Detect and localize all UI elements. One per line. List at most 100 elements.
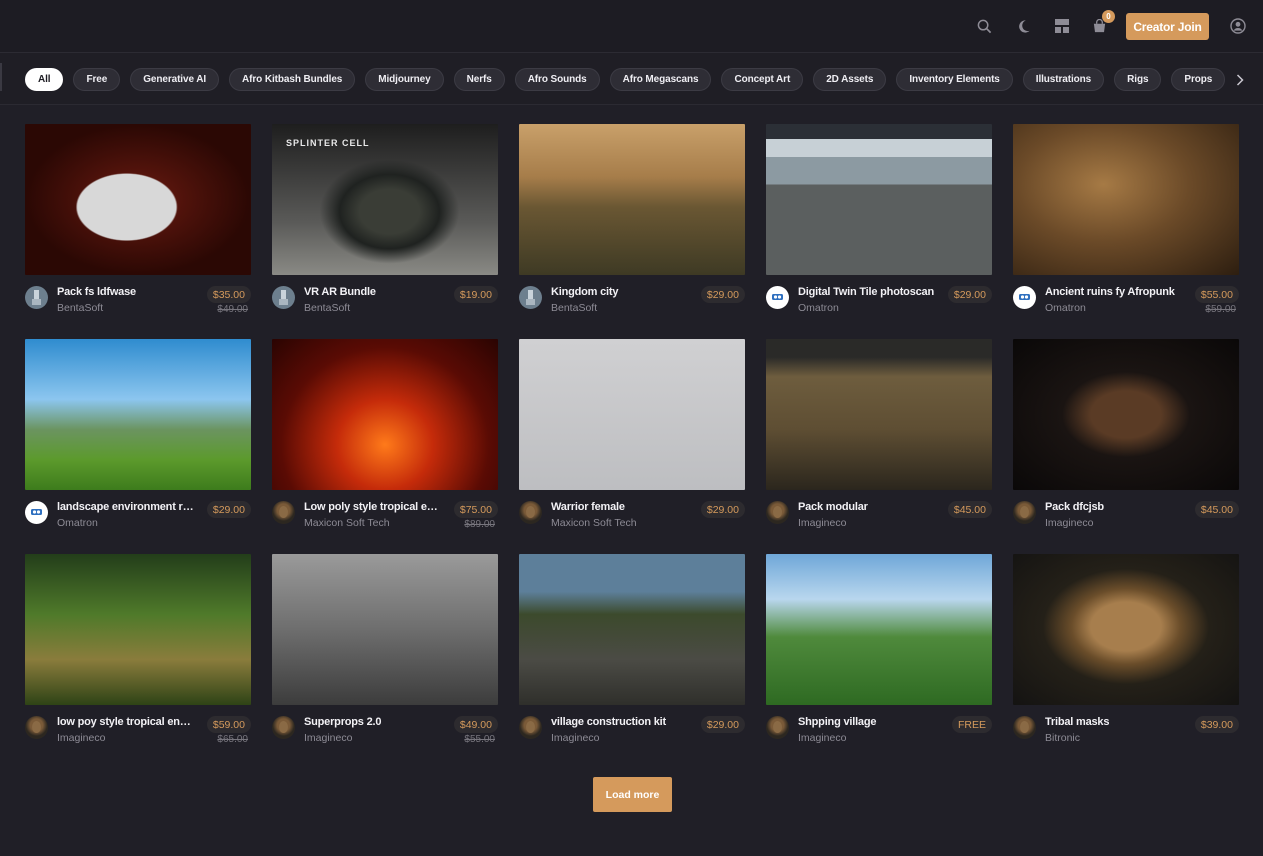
cart-icon[interactable]: 0	[1089, 10, 1115, 36]
product-thumbnail[interactable]	[766, 339, 992, 490]
creator-join-button[interactable]: Creator Join	[1126, 13, 1209, 40]
category-chip[interactable]: Nerfs	[453, 68, 505, 91]
product-title[interactable]: Pack dfcjsb	[1045, 501, 1183, 513]
product-card[interactable]: landscape environment rift valley Omatron…	[25, 339, 251, 554]
product-author[interactable]: Omatron	[57, 517, 98, 529]
product-card[interactable]: Warrior female Maxicon Soft Tech $29.00	[519, 339, 745, 554]
product-thumbnail[interactable]	[766, 124, 992, 275]
product-author[interactable]: Imagineco	[551, 732, 599, 744]
product-author[interactable]: Imagineco	[798, 517, 846, 529]
product-title[interactable]: VR AR Bundle	[304, 286, 442, 298]
author-avatar[interactable]	[25, 286, 48, 309]
product-card[interactable]: Pack dfcjsb Imagineco $45.00	[1013, 339, 1239, 554]
product-card[interactable]: Pack modular Imagineco $45.00	[766, 339, 992, 554]
author-avatar[interactable]	[25, 716, 48, 739]
category-chip[interactable]: Rigs	[1114, 68, 1162, 91]
product-title[interactable]: Shpping village	[798, 716, 936, 728]
author-avatar[interactable]	[272, 286, 295, 309]
product-card[interactable]: Superprops 2.0 Imagineco $49.00 $55.00	[272, 554, 498, 769]
product-author[interactable]: Bitronic	[1045, 732, 1080, 744]
product-thumbnail[interactable]	[25, 339, 251, 490]
product-card[interactable]: Low poly style tropical environment Maxic…	[272, 339, 498, 554]
product-thumbnail[interactable]	[766, 554, 992, 705]
category-chip[interactable]: All	[25, 68, 64, 91]
category-chip[interactable]: Afro Sounds	[514, 68, 600, 91]
product-title[interactable]: Pack fs ldfwase	[57, 286, 195, 298]
product-card[interactable]: Kingdom city BentaSoft $29.00	[519, 124, 745, 339]
author-avatar[interactable]	[272, 716, 295, 739]
product-author[interactable]: Imagineco	[798, 732, 846, 744]
author-avatar[interactable]	[519, 501, 542, 524]
product-author[interactable]: Maxicon Soft Tech	[304, 517, 390, 529]
product-title[interactable]: landscape environment rift valley	[57, 501, 195, 513]
product-title[interactable]: Warrior female	[551, 501, 689, 513]
product-card[interactable]: Tribal masks Bitronic $39.00	[1013, 554, 1239, 769]
category-chip[interactable]: 2D Assets	[813, 68, 887, 91]
product-card[interactable]: Ancient ruins fy Afropunk Omatron $55.00 $5…	[1013, 124, 1239, 339]
load-more-button[interactable]: Load more	[593, 777, 672, 812]
category-chip[interactable]: Concept Art	[721, 68, 804, 91]
product-title[interactable]: Pack modular	[798, 501, 936, 513]
product-title[interactable]: Kingdom city	[551, 286, 689, 298]
product-author[interactable]: Omatron	[798, 302, 839, 314]
product-title[interactable]: Ancient ruins fy Afropunk	[1045, 286, 1183, 298]
product-title[interactable]: low poy style tropical environment	[57, 716, 195, 728]
product-card[interactable]: Digital Twin Tile photoscan Omatron $29.00	[766, 124, 992, 339]
product-author[interactable]: Imagineco	[304, 732, 352, 744]
author-avatar[interactable]	[1013, 716, 1036, 739]
author-avatar[interactable]	[1013, 286, 1036, 309]
search-icon[interactable]	[974, 16, 994, 36]
product-card[interactable]: Shpping village Imagineco FREE	[766, 554, 992, 769]
product-thumbnail[interactable]	[519, 554, 745, 705]
user-icon[interactable]	[1228, 16, 1248, 36]
product-title[interactable]: Digital Twin Tile photoscan	[798, 286, 936, 298]
author-avatar[interactable]	[25, 501, 48, 524]
chevron-right-icon[interactable]	[1232, 68, 1248, 91]
product-thumbnail[interactable]	[25, 124, 251, 275]
product-thumbnail[interactable]	[272, 339, 498, 490]
product-thumbnail[interactable]	[1013, 554, 1239, 705]
price-badge: $49.00	[453, 716, 498, 733]
category-chip[interactable]: Props	[1171, 68, 1226, 91]
product-title[interactable]: village construction kit	[551, 716, 689, 728]
product-thumbnail[interactable]	[25, 554, 251, 705]
category-chip[interactable]: Midjourney	[365, 68, 444, 91]
category-chip[interactable]: Afro Megascans	[609, 68, 712, 91]
category-chip[interactable]: Afro Kitbash Bundles	[229, 68, 356, 91]
product-card[interactable]: village construction kit Imagineco $29.00	[519, 554, 745, 769]
product-thumbnail[interactable]	[519, 124, 745, 275]
product-author[interactable]: Imagineco	[1045, 517, 1093, 529]
product-author[interactable]: Omatron	[1045, 302, 1086, 314]
product-card[interactable]: Pack fs ldfwase BentaSoft $35.00 $49.00	[25, 124, 251, 339]
product-author[interactable]: BentaSoft	[551, 302, 597, 314]
category-chip[interactable]: Free	[73, 68, 121, 91]
product-author[interactable]: BentaSoft	[57, 302, 103, 314]
product-thumbnail[interactable]	[272, 554, 498, 705]
author-avatar[interactable]	[766, 501, 789, 524]
product-card[interactable]: SPLINTER CELL VR AR Bundle BentaSoft $19.00	[272, 124, 498, 339]
product-author[interactable]: Imagineco	[57, 732, 105, 744]
author-avatar[interactable]	[766, 716, 789, 739]
product-thumbnail[interactable]	[519, 339, 745, 490]
author-avatar[interactable]	[519, 286, 542, 309]
product-title[interactable]: Low poly style tropical environment	[304, 501, 442, 513]
product-meta: Warrior female Maxicon Soft Tech $29.00	[519, 500, 745, 560]
author-avatar[interactable]	[766, 286, 789, 309]
product-author[interactable]: BentaSoft	[304, 302, 350, 314]
category-chip[interactable]: Inventory Elements	[896, 68, 1013, 91]
category-chip[interactable]: Generative AI	[130, 68, 220, 91]
product-meta: Pack fs ldfwase BentaSoft $35.00 $49.00	[25, 285, 251, 345]
product-thumbnail[interactable]	[1013, 124, 1239, 275]
category-chip[interactable]: Illustrations	[1022, 68, 1105, 91]
product-title[interactable]: Tribal masks	[1045, 716, 1183, 728]
product-title[interactable]: Superprops 2.0	[304, 716, 442, 728]
moon-icon[interactable]	[1013, 16, 1033, 36]
product-thumbnail[interactable]: SPLINTER CELL	[272, 124, 498, 275]
product-card[interactable]: low poy style tropical environment Imagin…	[25, 554, 251, 769]
author-avatar[interactable]	[519, 716, 542, 739]
layout-icon[interactable]	[1052, 16, 1072, 36]
author-avatar[interactable]	[1013, 501, 1036, 524]
author-avatar[interactable]	[272, 501, 295, 524]
product-author[interactable]: Maxicon Soft Tech	[551, 517, 637, 529]
product-thumbnail[interactable]	[1013, 339, 1239, 490]
